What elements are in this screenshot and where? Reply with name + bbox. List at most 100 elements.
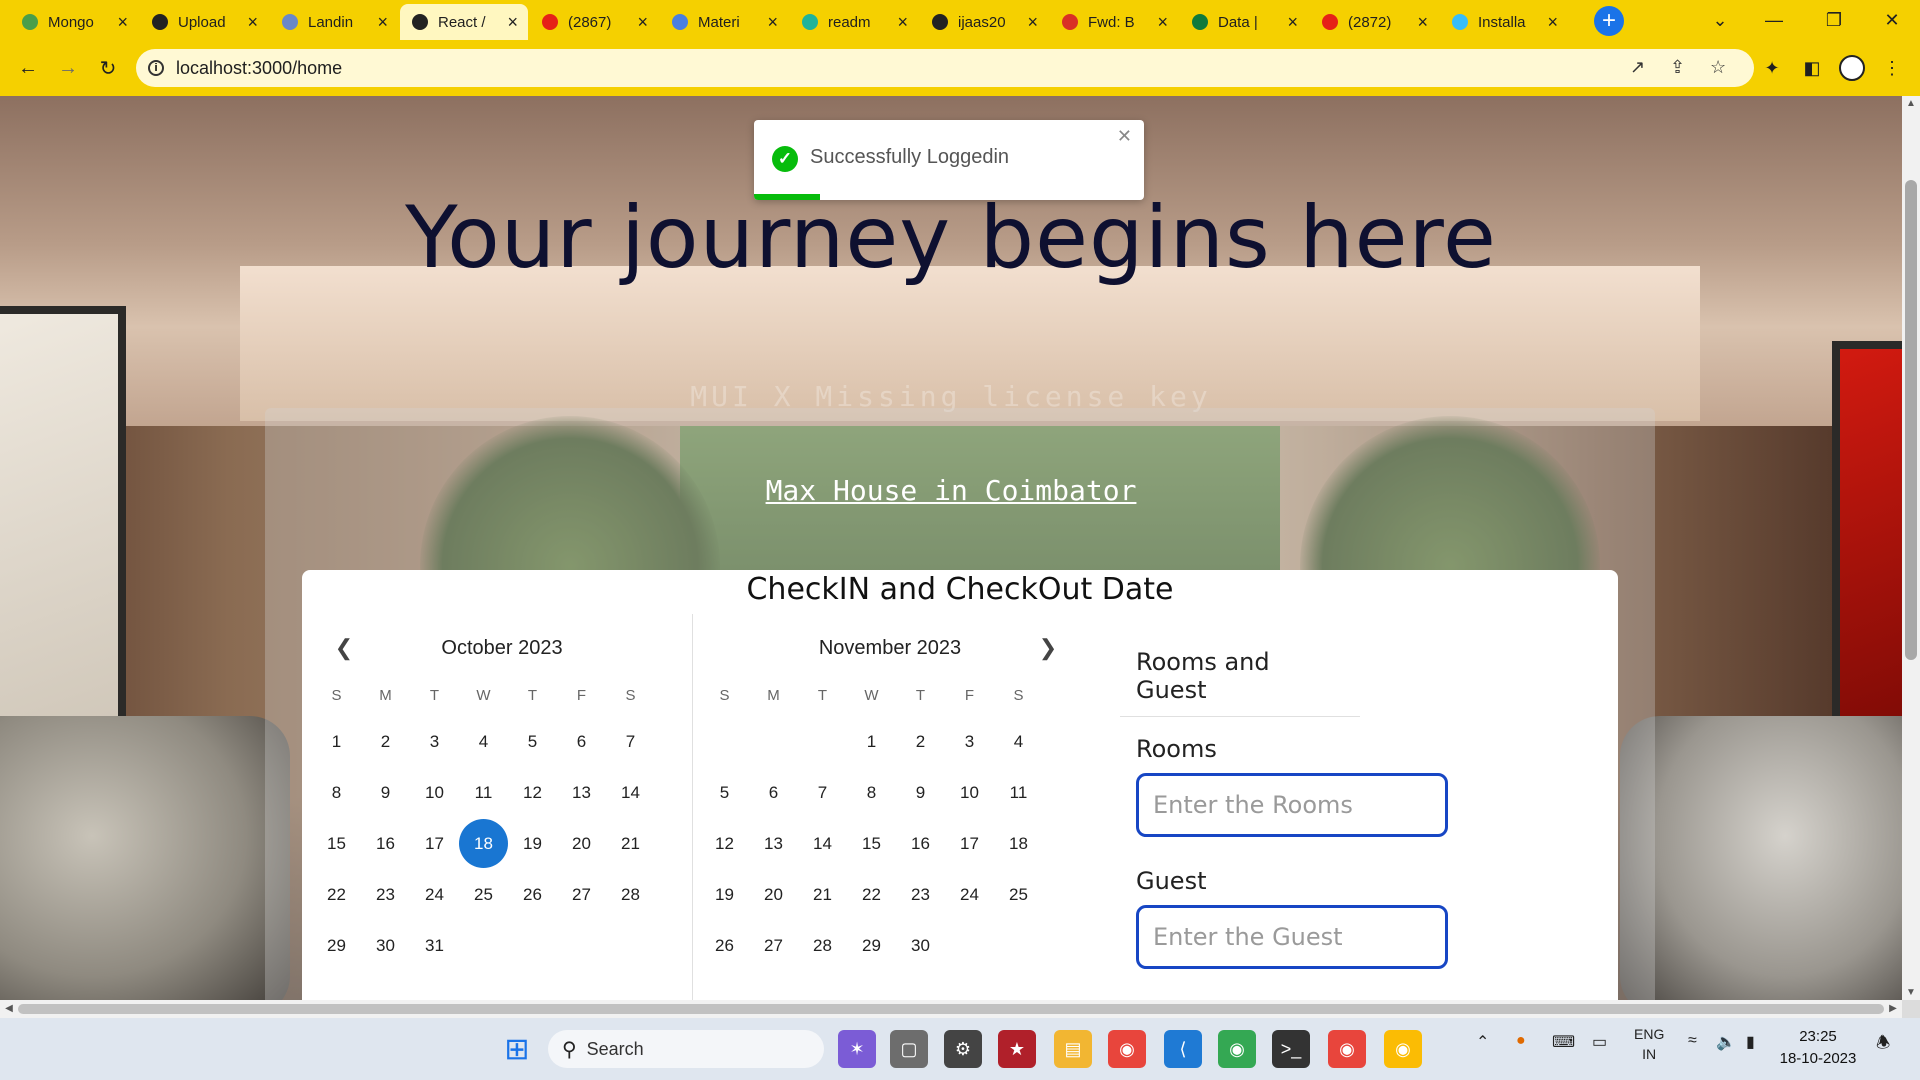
calendar-day[interactable]: 21 — [606, 819, 655, 868]
calendar-day[interactable]: 7 — [606, 717, 655, 766]
tab-close-icon[interactable]: × — [247, 12, 258, 33]
calendar-day[interactable]: 1 — [312, 717, 361, 766]
calendar-day[interactable]: 5 — [508, 717, 557, 766]
wifi-icon[interactable]: ≈ — [1688, 1032, 1697, 1050]
tab-close-icon[interactable]: × — [1417, 12, 1428, 33]
address-bar[interactable]: i localhost:3000/home ↗ ⇪ ☆ — [136, 49, 1754, 87]
calendar-day[interactable]: 1 — [847, 717, 896, 766]
forward-icon[interactable]: → — [52, 52, 84, 84]
calendar-day[interactable]: 24 — [945, 870, 994, 919]
calendar-day[interactable]: 25 — [459, 870, 508, 919]
tab-close-icon[interactable]: × — [637, 12, 648, 33]
house-name-link[interactable]: Max House in Coimbator — [0, 474, 1902, 507]
calendar-day[interactable]: 26 — [508, 870, 557, 919]
next-month-chevron-icon[interactable]: ❯ — [1028, 628, 1068, 668]
calendar-day[interactable]: 22 — [847, 870, 896, 919]
calendar-day[interactable]: 2 — [896, 717, 945, 766]
calendar-day[interactable]: 20 — [557, 819, 606, 868]
browser-tab[interactable]: Materi × — [660, 4, 788, 40]
windows-start-icon[interactable]: ⊞ — [498, 1030, 536, 1068]
previous-month-chevron-icon[interactable]: ❮ — [324, 628, 364, 668]
calendar-day[interactable]: 12 — [508, 768, 557, 817]
tab-search-chevron-icon[interactable]: ⌄ — [1690, 0, 1750, 40]
tab-close-icon[interactable]: × — [897, 12, 908, 33]
browser-tab[interactable]: Landin × — [270, 4, 398, 40]
calendar-day[interactable]: 3 — [945, 717, 994, 766]
tab-close-icon[interactable]: × — [1027, 12, 1038, 33]
scroll-left-arrow-icon[interactable]: ◀ — [0, 1000, 18, 1018]
calendar-day[interactable]: 27 — [749, 921, 798, 970]
calendar-day[interactable]: 12 — [700, 819, 749, 868]
calendar-day[interactable]: 10 — [410, 768, 459, 817]
browser-tab[interactable]: React / × — [400, 4, 528, 40]
clock[interactable]: 23:25 18-10-2023 — [1778, 1026, 1858, 1070]
calendar-day[interactable]: 16 — [361, 819, 410, 868]
volume-icon[interactable]: 🔈 — [1716, 1032, 1736, 1052]
browser-menu-icon[interactable]: ⋮ — [1876, 52, 1908, 84]
calendar-day[interactable]: 6 — [749, 768, 798, 817]
horizontal-scroll-thumb[interactable] — [18, 1004, 1884, 1014]
chrome-profile-icon[interactable]: ◉ — [1218, 1030, 1256, 1068]
calendar-day[interactable]: 3 — [410, 717, 459, 766]
calendar-day[interactable]: 25 — [994, 870, 1043, 919]
scroll-down-arrow-icon[interactable]: ▼ — [1902, 987, 1920, 998]
extensions-puzzle-icon[interactable]: ✦ — [1756, 52, 1788, 84]
calendar-day[interactable]: 14 — [798, 819, 847, 868]
calendar-day-selected[interactable]: 18 — [459, 819, 508, 868]
browser-tab[interactable]: ijaas20 × — [920, 4, 1048, 40]
browser-tab[interactable]: (2867) × — [530, 4, 658, 40]
chrome-profile-3-icon[interactable]: ◉ — [1384, 1030, 1422, 1068]
battery-icon[interactable]: ▮ — [1746, 1032, 1755, 1052]
display-icon[interactable]: ▭ — [1592, 1032, 1607, 1052]
calendar-day[interactable]: 17 — [945, 819, 994, 868]
calendar-day[interactable]: 9 — [361, 768, 410, 817]
language-indicator[interactable]: ENG IN — [1634, 1024, 1664, 1064]
browser-tab[interactable]: Upload × — [140, 4, 268, 40]
vscode-icon[interactable]: ⟨ — [1164, 1030, 1202, 1068]
calendar-day[interactable]: 14 — [606, 768, 655, 817]
browser-tab[interactable]: Fwd: B × — [1050, 4, 1178, 40]
share-icon[interactable]: ⇪ — [1670, 57, 1685, 78]
microphone-icon[interactable]: ● — [1516, 1032, 1526, 1050]
calendar-day[interactable]: 13 — [749, 819, 798, 868]
side-panel-icon[interactable]: ◧ — [1796, 52, 1828, 84]
calendar-day[interactable]: 29 — [312, 921, 361, 970]
calendar-day[interactable]: 8 — [847, 768, 896, 817]
keyboard-icon[interactable]: ⌨ — [1552, 1032, 1575, 1052]
spiderman-app-icon[interactable]: ★ — [998, 1030, 1036, 1068]
calendar-day[interactable]: 28 — [606, 870, 655, 919]
vertical-scroll-thumb[interactable] — [1905, 180, 1917, 660]
browser-tab[interactable]: Installa × — [1440, 4, 1568, 40]
calendar-day[interactable]: 23 — [361, 870, 410, 919]
calendar-day[interactable]: 26 — [700, 921, 749, 970]
minimize-icon[interactable]: — — [1744, 0, 1804, 40]
back-icon[interactable]: ← — [12, 52, 44, 84]
calendar-day[interactable]: 19 — [508, 819, 557, 868]
tray-chevron-up-icon[interactable]: ⌃ — [1476, 1032, 1489, 1052]
restore-icon[interactable]: ❐ — [1804, 0, 1864, 40]
calendar-day[interactable]: 21 — [798, 870, 847, 919]
bookmark-star-icon[interactable]: ☆ — [1710, 57, 1726, 78]
scroll-up-arrow-icon[interactable]: ▲ — [1902, 98, 1920, 109]
task-view-icon[interactable]: ▢ — [890, 1030, 928, 1068]
calendar-day[interactable]: 27 — [557, 870, 606, 919]
calendar-day[interactable]: 16 — [896, 819, 945, 868]
calendar-day[interactable]: 18 — [994, 819, 1043, 868]
notification-bell-icon[interactable]: 🕭 — [1876, 1032, 1890, 1059]
horizontal-scrollbar[interactable]: ◀ ▶ — [0, 1000, 1902, 1018]
new-tab-button[interactable]: + — [1594, 6, 1624, 36]
calendar-day[interactable]: 11 — [994, 768, 1043, 817]
app-icon[interactable]: ⚙ — [944, 1030, 982, 1068]
calendar-day[interactable]: 13 — [557, 768, 606, 817]
calendar-day[interactable]: 29 — [847, 921, 896, 970]
calendar-day[interactable]: 2 — [361, 717, 410, 766]
browser-tab[interactable]: Data | × — [1180, 4, 1308, 40]
toast-close-icon[interactable]: ✕ — [1117, 126, 1132, 147]
calendar-day[interactable]: 20 — [749, 870, 798, 919]
browser-tab[interactable]: (2872) × — [1310, 4, 1438, 40]
calendar-day[interactable]: 17 — [410, 819, 459, 868]
tab-close-icon[interactable]: × — [507, 12, 518, 33]
calendar-day[interactable]: 23 — [896, 870, 945, 919]
chrome-icon[interactable]: ◉ — [1108, 1030, 1146, 1068]
copilot-icon[interactable]: ✶ — [838, 1030, 876, 1068]
